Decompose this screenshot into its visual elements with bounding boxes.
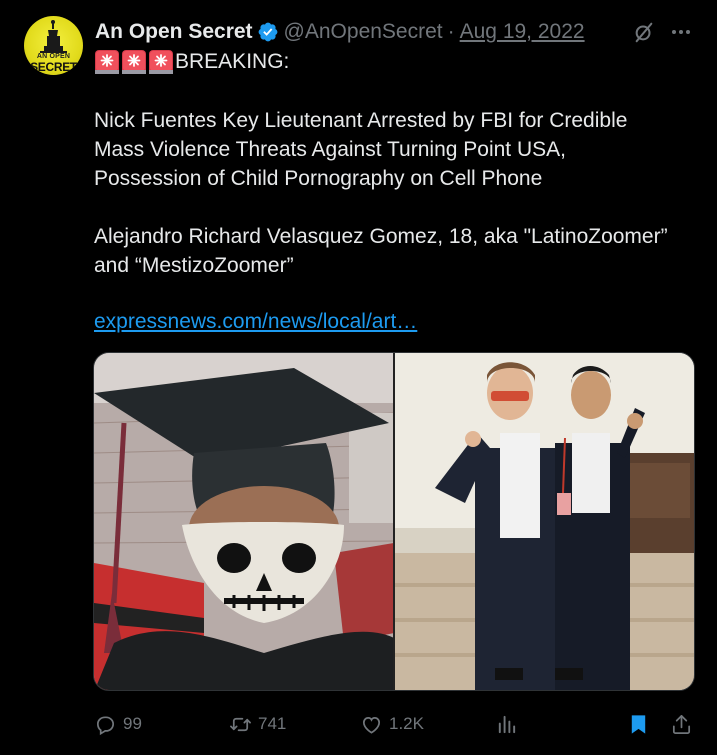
handle[interactable]: @AnOpenSecret <box>284 20 443 44</box>
views-button[interactable] <box>495 706 524 742</box>
reply-count: 99 <box>123 714 142 733</box>
photo-graduation-selfie[interactable] <box>94 353 393 690</box>
text-line: Nick Fuentes Key Lieutenant Arrested by … <box>94 109 628 132</box>
tweet-paragraph-name: Alejandro Richard Velasquez Gomez, 18, a… <box>94 222 694 280</box>
timestamp-link[interactable]: Aug 19, 2022 <box>460 20 585 44</box>
bookmark-icon <box>631 714 646 734</box>
separator-dot: · <box>447 20 455 43</box>
text-line: Alejandro Richard Velasquez Gomez, 18, a… <box>94 225 668 248</box>
reply-icon <box>96 715 115 735</box>
more-options-icon[interactable] <box>670 22 692 42</box>
police-siren-icon <box>149 49 173 74</box>
action-bar: 99 741 1.2K <box>0 706 717 742</box>
bookmark-button[interactable] <box>627 706 656 742</box>
verified-badge-icon[interactable] <box>257 21 279 43</box>
like-button[interactable]: 1.2K <box>360 706 424 742</box>
tweet-paragraph-headline: Nick Fuentes Key Lieutenant Arrested by … <box>94 106 694 193</box>
tweet[interactable]: AN OPEN SECRET An Open Secret @AnOpenSec… <box>0 0 717 755</box>
reply-button[interactable]: 99 <box>94 706 142 742</box>
repost-count: 741 <box>258 714 287 733</box>
display-name[interactable]: An Open Secret <box>95 20 253 44</box>
repost-button[interactable]: 741 <box>229 706 286 742</box>
breaking-line: BREAKING: <box>94 47 694 76</box>
police-siren-icon <box>122 49 146 74</box>
tweet-header: An Open Secret @AnOpenSecret · Aug 19, 2… <box>95 18 585 46</box>
article-link[interactable]: expressnews.com/news/local/art… <box>94 307 417 336</box>
analytics-icon <box>498 715 516 733</box>
police-siren-icon <box>95 49 119 74</box>
photo-two-men-suits[interactable] <box>395 353 694 690</box>
heart-icon <box>362 716 381 734</box>
avatar[interactable]: AN OPEN SECRET <box>24 16 83 75</box>
grok-icon[interactable] <box>633 20 655 44</box>
share-icon <box>672 714 691 734</box>
avatar-text-bottom: SECRET <box>30 60 77 74</box>
like-count: 1.2K <box>389 714 424 733</box>
avatar-text-top: AN OPEN <box>36 53 71 60</box>
text-line: Possession of Child Pornography on Cell … <box>94 167 543 190</box>
share-button[interactable] <box>670 706 699 742</box>
text-line: Mass Violence Threats Against Turning Po… <box>94 138 566 161</box>
media-grid <box>93 352 695 691</box>
repost-icon <box>230 717 251 731</box>
breaking-label: BREAKING: <box>175 50 290 73</box>
text-line: and “MestizoZoomer” <box>94 254 294 277</box>
